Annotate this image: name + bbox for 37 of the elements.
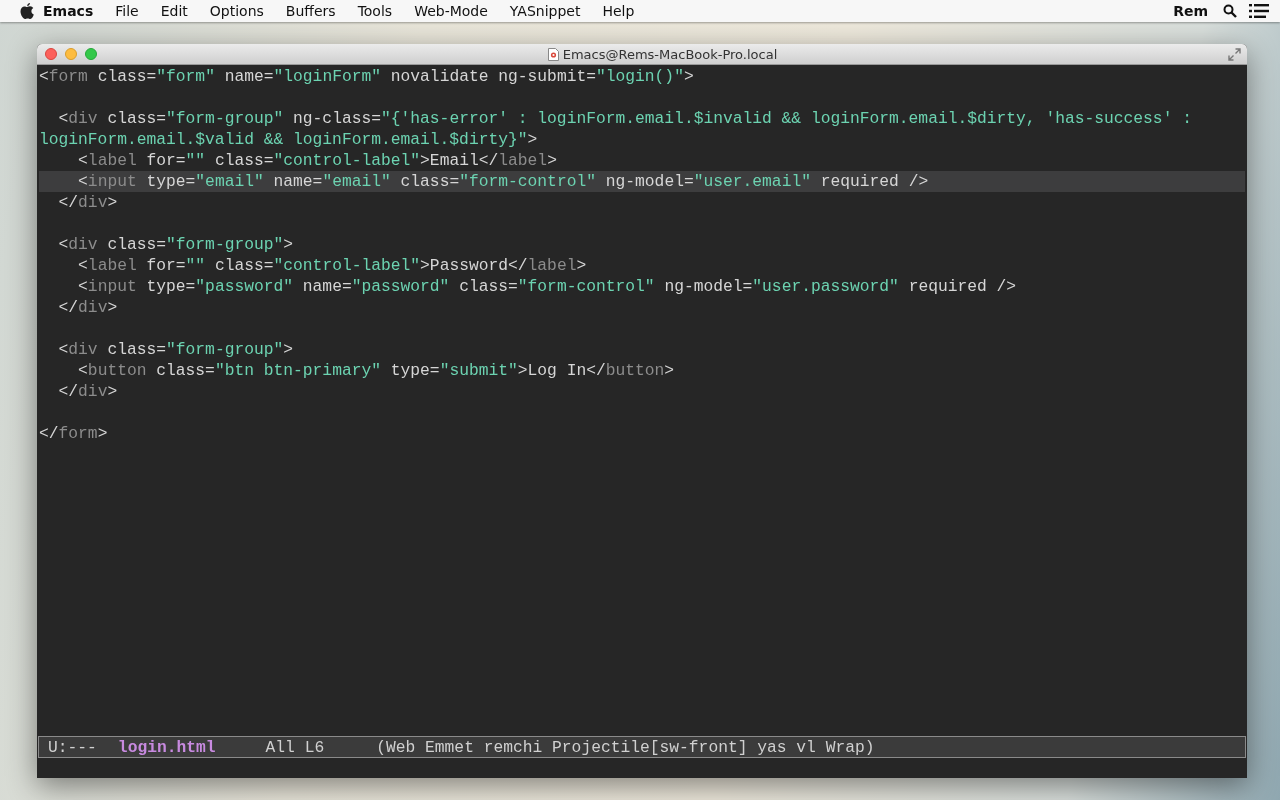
code-line: <div class="form-group">: [57, 339, 295, 360]
code-line: <form class="form" name="loginForm" novalidate ng-submit="login()">: [39, 66, 695, 87]
search-icon[interactable]: [1223, 4, 1237, 18]
editor-area[interactable]: [37, 65, 1247, 736]
code-line: <button class="btn btn-primary" type="submit">Log In</button>: [77, 360, 676, 381]
cursor-position: All L6: [265, 737, 325, 757]
code-line: </form>: [39, 423, 109, 444]
mode-list: (Web Emmet remchi Projectile[sw-front] yas vl Wrap): [376, 737, 875, 757]
app-menu[interactable]: Emacs: [35, 0, 105, 22]
menu-item[interactable]: Buffers: [274, 0, 347, 22]
code-line: </div>: [57, 381, 119, 402]
menu-item[interactable]: YASnippet: [498, 0, 592, 22]
menu-item[interactable]: Options: [198, 0, 275, 22]
buffer-status: U:---: [48, 737, 97, 757]
document-icon: [547, 47, 559, 61]
code-line: </div>: [57, 192, 119, 213]
notification-list-icon[interactable]: [1249, 4, 1269, 18]
window-title: Emacs@Rems-MacBook-Pro.local: [562, 46, 778, 62]
minimize-button[interactable]: [65, 48, 77, 60]
code-line: <label for="" class="control-label">Password</label>: [77, 255, 588, 276]
menu-item[interactable]: Web-Mode: [403, 0, 499, 22]
menu-item[interactable]: Edit: [149, 0, 199, 22]
buffer-name: login.html: [117, 737, 216, 757]
menu-item[interactable]: Help: [591, 0, 646, 22]
code-line: loginForm.email.$valid && loginForm.email.$dirty}">: [39, 129, 539, 150]
code-line: <input type="password" name="password" class="form-control" ng-model="user.password" required />: [77, 276, 1018, 297]
code-line: <label for="" class="control-label">Email</label>: [77, 150, 558, 171]
user-name[interactable]: Rem: [1162, 0, 1219, 22]
code-line: <div class="form-group" ng-class="{'has-error' : loginForm.email.$invalid && loginForm.email.$dirty, 'has-success' :: [57, 108, 1193, 129]
close-button[interactable]: [45, 48, 57, 60]
code-line: <div class="form-group">: [57, 234, 295, 255]
menu-item[interactable]: File: [104, 0, 150, 22]
zoom-button[interactable]: [85, 48, 97, 60]
apple-logo-icon[interactable]: [19, 2, 35, 20]
fullscreen-icon[interactable]: [1228, 47, 1241, 61]
menu-item[interactable]: Tools: [346, 0, 404, 22]
code-line: </div>: [57, 297, 119, 318]
